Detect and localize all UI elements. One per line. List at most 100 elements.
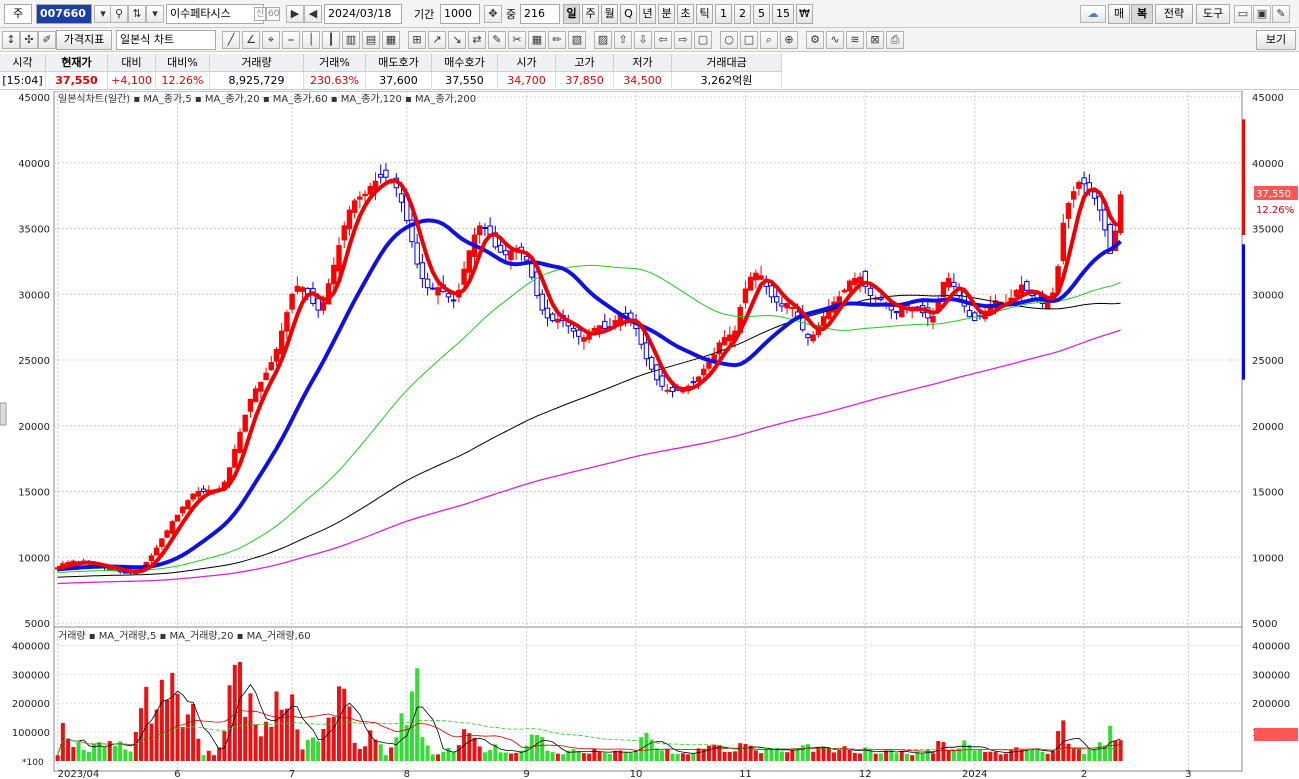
price-chart[interactable]: 5000 5000 10000 10000 15000 15000 20000 20000 25… xyxy=(0,91,1299,779)
magnify-icon[interactable]: ⌕ xyxy=(760,31,778,49)
volume-bar xyxy=(436,754,441,761)
cursor-icon[interactable]: ⌖ xyxy=(262,31,280,49)
timeframe-button[interactable]: ₩ xyxy=(796,4,813,24)
search-icon[interactable]: ⚲ xyxy=(110,5,128,23)
volume-bar xyxy=(1024,750,1029,761)
candle-body xyxy=(159,538,165,547)
pencil-icon[interactable]: ✏ xyxy=(548,31,566,49)
tools-button[interactable]: 도구 xyxy=(1196,4,1230,24)
strategy-button[interactable]: 전략 xyxy=(1155,4,1193,24)
vline2-icon[interactable]: ┃ xyxy=(322,31,340,49)
volume-bar xyxy=(628,753,633,761)
timeframe-button[interactable]: 2 xyxy=(734,4,751,24)
buy-button[interactable]: 매 xyxy=(1108,4,1130,24)
pen-icon[interactable]: ✎ xyxy=(488,31,506,49)
grid2-icon[interactable]: ▦ xyxy=(528,31,546,49)
candle-body xyxy=(648,357,655,370)
candle-body xyxy=(643,342,650,360)
table-icon[interactable]: ▦ xyxy=(382,31,400,49)
circle-icon[interactable]: ○ xyxy=(720,31,738,49)
angle-icon[interactable]: ∠ xyxy=(242,31,260,49)
timeframe-button[interactable]: 5 xyxy=(753,4,770,24)
rect-icon[interactable]: □ xyxy=(740,31,758,49)
edit-icon[interactable]: ✐ xyxy=(38,31,56,49)
square-icon[interactable]: ▢ xyxy=(694,31,712,49)
timeframe-button[interactable]: 분 xyxy=(658,4,675,24)
up-icon[interactable]: ⇧ xyxy=(614,31,632,49)
volume-bar xyxy=(660,750,665,761)
hline-icon[interactable]: ⎯ xyxy=(282,31,300,49)
list-icon[interactable]: ▤ xyxy=(362,31,380,49)
timeframe-button[interactable]: 주 xyxy=(582,4,599,24)
timeframe-button[interactable]: 일 xyxy=(563,4,580,24)
up-down-icon[interactable]: ↕ xyxy=(2,31,20,49)
zoom-icon[interactable]: ✥ xyxy=(484,5,502,23)
view-button[interactable]: 보기 xyxy=(1256,30,1296,50)
volume-bar xyxy=(545,750,550,761)
wave-icon[interactable]: ∿ xyxy=(826,31,844,49)
wrench-icon[interactable]: ✎ xyxy=(1272,5,1290,23)
sort-icon[interactable]: ⇅ xyxy=(128,5,146,23)
splitter-handle xyxy=(0,402,7,426)
left-icon[interactable]: ⇦ xyxy=(654,31,672,49)
arrow-down-icon[interactable]: ↘ xyxy=(448,31,466,49)
prev-icon[interactable]: ◀ xyxy=(304,5,322,23)
period-input[interactable]: 1000 xyxy=(440,4,480,24)
date-input[interactable]: 2024/03/18 xyxy=(324,4,402,24)
candle-body xyxy=(602,320,608,329)
pin-icon[interactable]: ✣ xyxy=(20,31,38,49)
timeframe-button[interactable]: 틱 xyxy=(696,4,713,24)
volume-bar xyxy=(858,753,863,761)
indicator-button[interactable]: 가격지표 xyxy=(56,30,112,50)
right-icon[interactable]: ⇨ xyxy=(674,31,692,49)
timeframe-button[interactable]: 년 xyxy=(639,4,656,24)
timeframe-button[interactable]: 1 xyxy=(715,4,732,24)
cloud-icon[interactable]: ☁ xyxy=(1080,5,1106,23)
menu-arrow-icon[interactable]: ▾ xyxy=(146,5,164,23)
x-tick-label: 9 xyxy=(523,769,529,779)
close-box-icon[interactable]: ⊠ xyxy=(866,31,884,49)
vline-icon[interactable]: │ xyxy=(302,31,320,49)
grid-icon[interactable]: ▥ xyxy=(342,31,360,49)
x-tick-label: 11 xyxy=(739,769,752,779)
volume-bar xyxy=(597,751,602,761)
candle-body xyxy=(174,514,181,522)
stock-code-input[interactable]: 007660 xyxy=(36,4,92,24)
candle-body xyxy=(367,185,373,195)
candle-body xyxy=(690,381,697,384)
volume-bar xyxy=(1097,742,1102,761)
info-header: 거래량 xyxy=(210,54,304,72)
x-tick-label: 3 xyxy=(1185,769,1191,779)
pattern-icon[interactable]: ▧ xyxy=(568,31,586,49)
settings-icon[interactable]: ⚙ xyxy=(806,31,824,49)
timeframe-button[interactable]: 월 xyxy=(601,4,618,24)
next-icon[interactable]: ▶ xyxy=(286,5,304,23)
target-icon[interactable]: ⊕ xyxy=(780,31,798,49)
volume-bar xyxy=(1071,747,1076,761)
down-icon[interactable]: ⇩ xyxy=(634,31,652,49)
candle-body xyxy=(586,334,592,340)
box-icon[interactable]: ⊞ xyxy=(408,31,426,49)
arrow-up-icon[interactable]: ↗ xyxy=(428,31,446,49)
candle-body xyxy=(315,298,321,311)
chart-type-select[interactable]: 일본식 차트 xyxy=(116,30,216,50)
wave2-icon[interactable]: ≋ xyxy=(846,31,864,49)
vol-tick-left: 300000 xyxy=(12,670,50,681)
pattern2-icon[interactable]: ▨ xyxy=(594,31,612,49)
timeframe-button[interactable]: 15 xyxy=(772,4,794,24)
timeframe-button[interactable]: Q xyxy=(620,4,637,24)
volume-bar xyxy=(878,753,883,761)
line-icon[interactable]: ╱ xyxy=(222,31,240,49)
swap-icon[interactable]: ⇄ xyxy=(468,31,486,49)
volume-bar xyxy=(191,704,196,761)
print-icon[interactable]: ⎙ xyxy=(886,31,904,49)
open-folder-icon[interactable]: ▭ xyxy=(1234,5,1252,23)
cut-icon[interactable]: ✂ xyxy=(508,31,526,49)
volume-bar xyxy=(321,729,326,761)
timeframe-button[interactable]: 초 xyxy=(677,4,694,24)
save-icon[interactable]: ▣ xyxy=(1253,5,1271,23)
volume-bar xyxy=(998,754,1003,761)
overlap-input[interactable]: 216 xyxy=(520,4,560,24)
multi-button[interactable]: 복 xyxy=(1131,4,1153,24)
volume-bar xyxy=(248,693,253,761)
